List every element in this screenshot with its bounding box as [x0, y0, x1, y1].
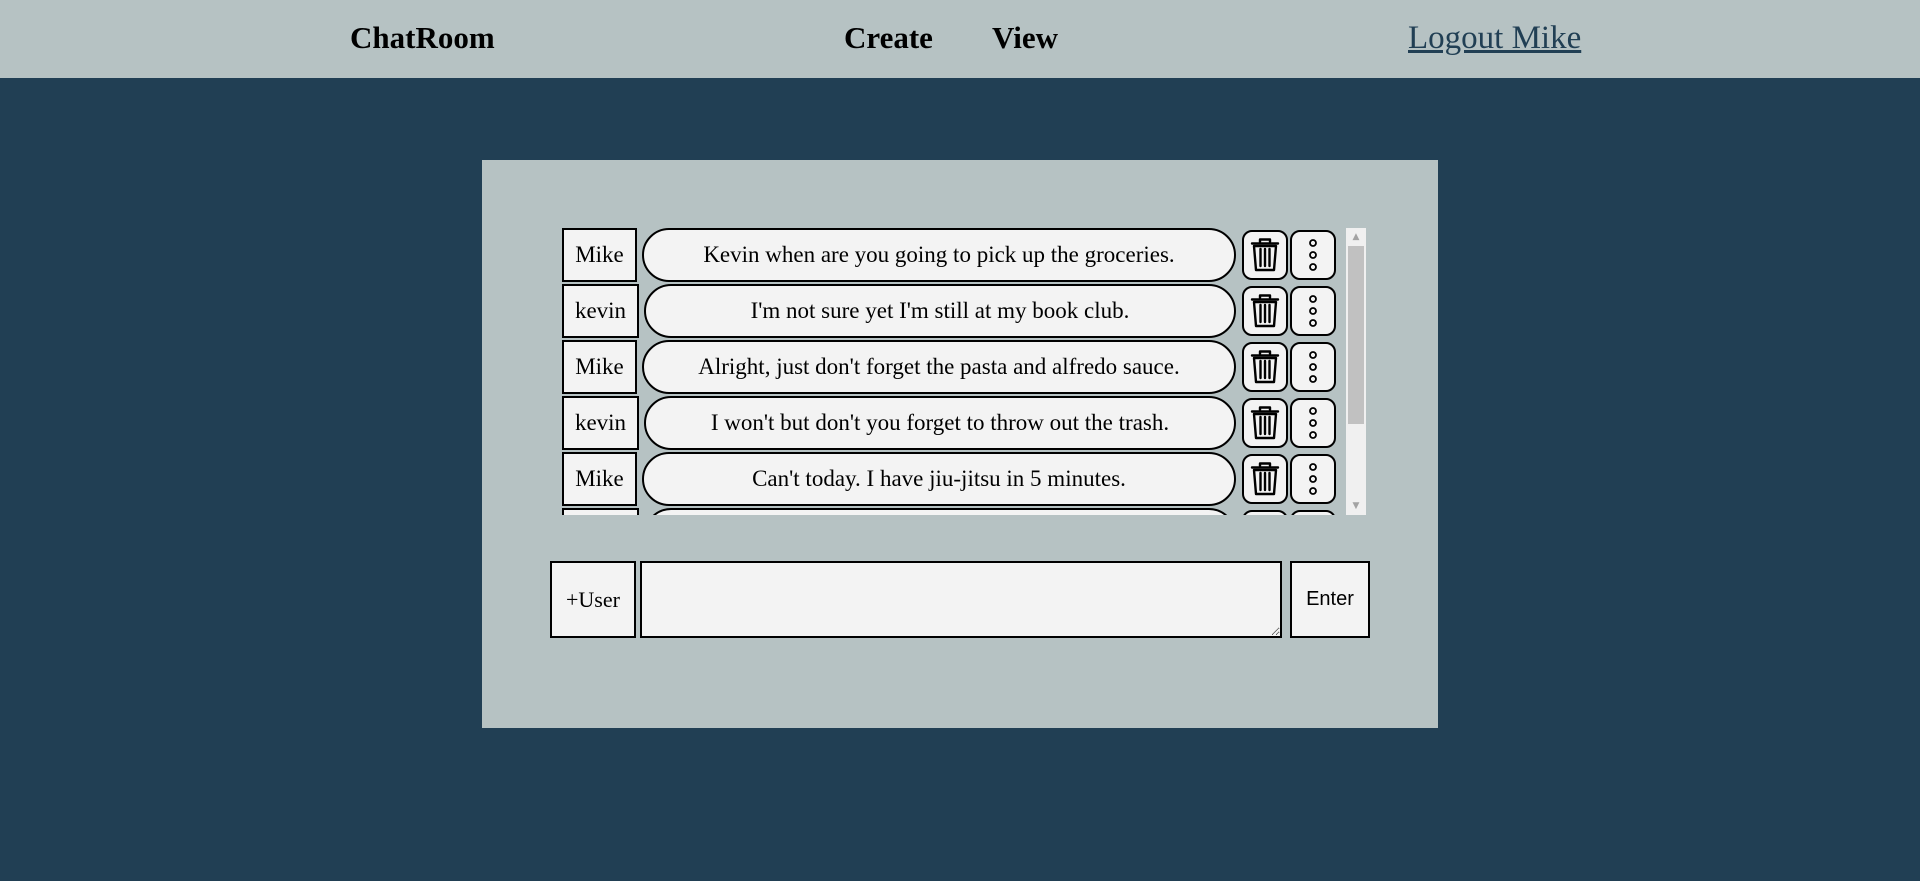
top-navbar: ChatRoom Create View Logout Mike — [0, 0, 1920, 78]
message-row: Mike Kevin when are you going to pick up… — [562, 228, 1346, 282]
message-author: Mike — [562, 452, 637, 506]
chat-panel: Mike Kevin when are you going to pick up… — [482, 160, 1438, 728]
trash-icon — [1250, 461, 1280, 497]
message-options-button[interactable] — [1290, 454, 1336, 504]
scroll-down-arrow-icon[interactable]: ▼ — [1346, 497, 1366, 515]
delete-message-button[interactable] — [1242, 230, 1288, 280]
message-row: kevin I won't but don't you forget to th… — [562, 396, 1346, 450]
message-list-scrollbar[interactable]: ▲ ▼ — [1346, 228, 1366, 515]
message-row: kevin I'm not sure yet I'm still at my b… — [562, 284, 1346, 338]
more-vertical-icon — [1308, 406, 1318, 440]
add-user-button[interactable]: +User — [550, 561, 636, 638]
message-text: I'm not sure yet I'm still at my book cl… — [644, 284, 1236, 338]
message-list[interactable]: Mike Kevin when are you going to pick up… — [562, 228, 1366, 515]
delete-message-button[interactable] — [1242, 510, 1288, 515]
message-row-partial — [562, 508, 1346, 515]
brand-logo[interactable]: ChatRoom — [350, 18, 495, 58]
delete-message-button[interactable] — [1242, 286, 1288, 336]
nav-view-link[interactable]: View — [992, 18, 1058, 58]
delete-message-button[interactable] — [1242, 454, 1288, 504]
message-row: Mike Can't today. I have jiu-jitsu in 5 … — [562, 452, 1346, 506]
trash-icon — [1250, 237, 1280, 273]
message-author: Mike — [562, 340, 637, 394]
message-author: kevin — [562, 396, 639, 450]
enter-button[interactable]: Enter — [1290, 561, 1370, 638]
delete-message-button[interactable] — [1242, 398, 1288, 448]
delete-message-button[interactable] — [1242, 342, 1288, 392]
more-vertical-icon — [1308, 350, 1318, 384]
more-vertical-icon — [1308, 462, 1318, 496]
scroll-thumb[interactable] — [1348, 246, 1364, 424]
trash-icon — [1250, 293, 1280, 329]
message-options-button[interactable] — [1290, 510, 1336, 515]
message-options-button[interactable] — [1290, 398, 1336, 448]
message-input[interactable] — [640, 561, 1282, 638]
message-text: Alright, just don't forget the pasta and… — [642, 340, 1236, 394]
message-options-button[interactable] — [1290, 230, 1336, 280]
message-options-button[interactable] — [1290, 286, 1336, 336]
message-text: I won't but don't you forget to throw ou… — [644, 396, 1236, 450]
message-text: Can't today. I have jiu-jitsu in 5 minut… — [642, 452, 1236, 506]
trash-icon — [1250, 405, 1280, 441]
nav-create-link[interactable]: Create — [844, 18, 933, 58]
message-text — [644, 508, 1236, 515]
message-author — [562, 508, 639, 515]
message-author: Mike — [562, 228, 637, 282]
message-text: Kevin when are you going to pick up the … — [642, 228, 1236, 282]
more-vertical-icon — [1308, 238, 1318, 272]
more-vertical-icon — [1308, 294, 1318, 328]
message-author: kevin — [562, 284, 639, 338]
trash-icon — [1250, 349, 1280, 385]
message-options-button[interactable] — [1290, 342, 1336, 392]
logout-link[interactable]: Logout Mike — [1408, 18, 1581, 58]
message-row: Mike Alright, just don't forget the past… — [562, 340, 1346, 394]
scroll-up-arrow-icon[interactable]: ▲ — [1346, 228, 1366, 246]
